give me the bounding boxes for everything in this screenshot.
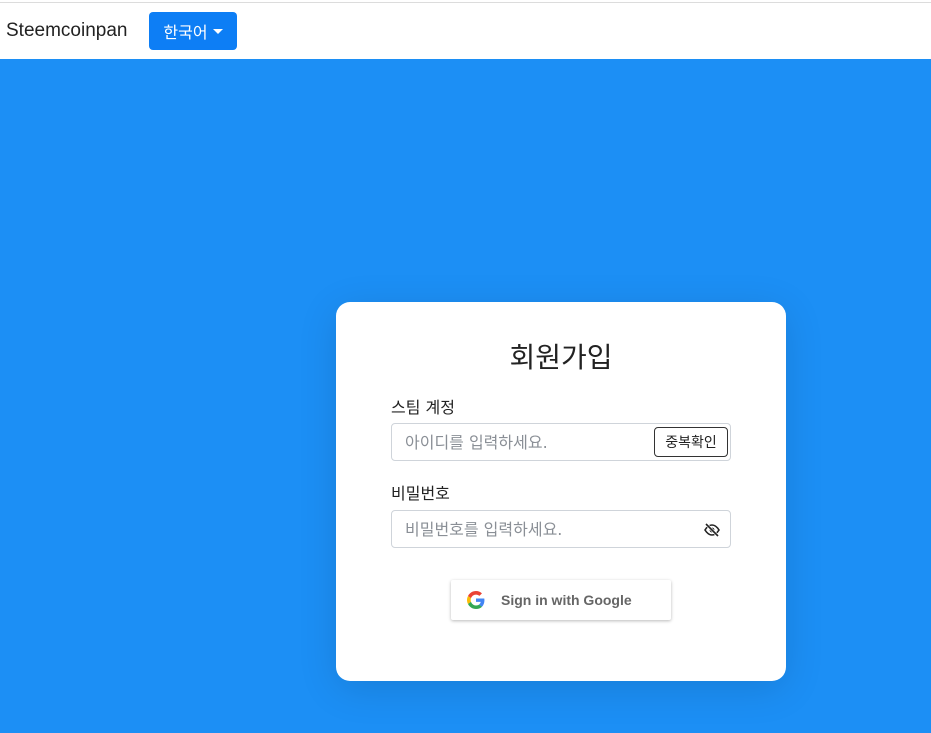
brand-link[interactable]: Steemcoinpan [6,20,127,42]
account-input[interactable] [393,425,648,459]
language-dropdown-button[interactable]: 한국어 [149,12,237,50]
caret-down-icon [212,28,223,34]
language-label: 한국어 [163,23,208,42]
eye-slash-icon[interactable] [704,523,720,537]
navbar: Steemcoinpan 한국어 [0,3,931,59]
password-input[interactable] [393,512,693,546]
password-field [391,510,731,548]
signup-card: 회원가입 스팀 계정 중복확인 비밀번호 Sign in with Google [336,302,786,681]
password-label: 비밀번호 [391,484,450,503]
google-signin-button[interactable]: Sign in with Google [451,580,671,620]
account-field: 중복확인 [391,423,731,461]
page-title: 회원가입 [509,341,613,374]
account-label: 스팀 계정 [391,398,455,417]
google-signin-label: Sign in with Google [501,592,632,608]
google-g-icon [467,591,485,609]
check-duplicate-button[interactable]: 중복확인 [654,427,728,457]
